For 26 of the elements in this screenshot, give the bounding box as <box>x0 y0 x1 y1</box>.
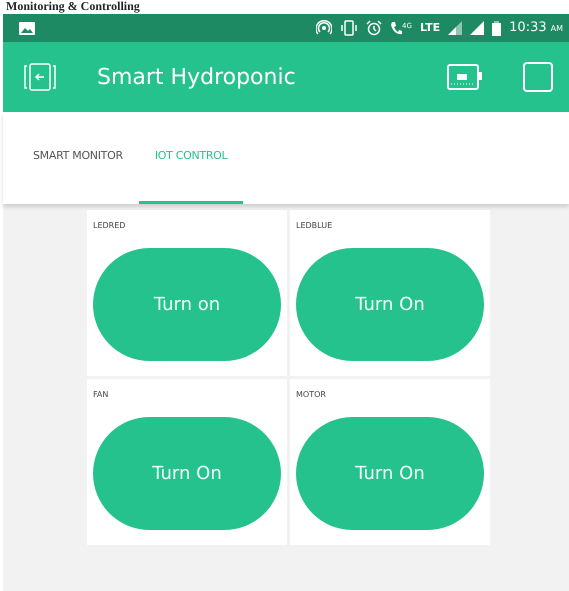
device-board-icon[interactable] <box>447 64 483 90</box>
status-time: 10:33 <box>509 19 547 38</box>
widget-label: FAN <box>93 389 110 401</box>
signal-icon <box>448 21 462 35</box>
status-time-period: AM <box>550 23 563 36</box>
exit-icon[interactable] <box>23 63 57 91</box>
image-icon <box>19 22 35 34</box>
battery-icon <box>492 20 502 36</box>
signal-icon <box>470 21 484 35</box>
widget-label: MOTOR <box>296 389 327 401</box>
widget-label: LEDRED <box>93 220 126 232</box>
widget-label: LEDBLUE <box>296 220 334 232</box>
square-icon[interactable] <box>523 62 553 92</box>
toggle-button[interactable]: Turn On <box>93 417 281 530</box>
toggle-button[interactable]: Turn On <box>296 248 484 361</box>
app-title: Smart Hydroponic <box>97 64 297 92</box>
hotspot-icon <box>316 20 332 36</box>
alarm-icon <box>366 20 382 36</box>
document-heading: Monitoring & Controlling <box>6 0 140 13</box>
network-type-label: LTE <box>420 23 440 33</box>
tab[interactable]: IOT CONTROL <box>138 112 244 204</box>
phone-icon <box>390 21 402 35</box>
toggle-button[interactable]: Turn on <box>93 248 281 361</box>
toggle-button[interactable]: Turn On <box>296 417 484 530</box>
tab[interactable]: SMART MONITOR <box>17 112 139 204</box>
vibrate-icon <box>340 20 358 36</box>
